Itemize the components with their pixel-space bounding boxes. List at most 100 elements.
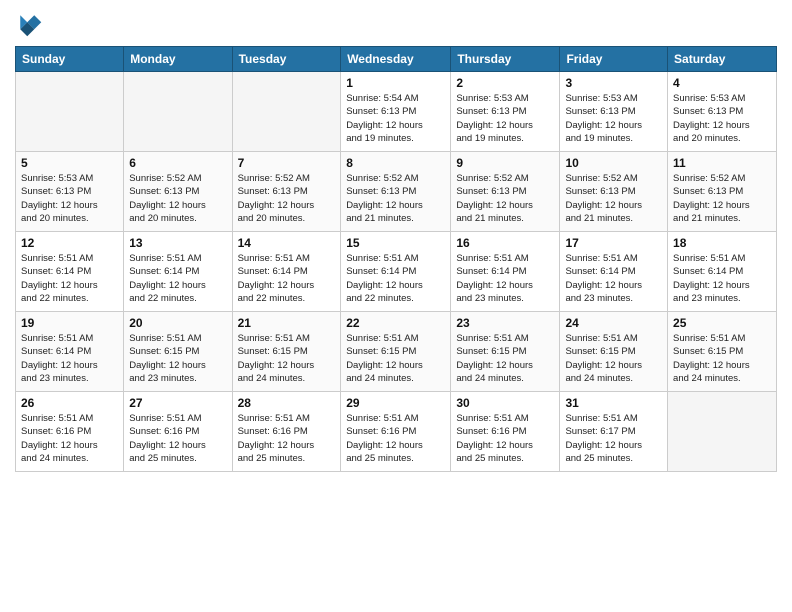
day-number: 8 [346,156,445,170]
calendar-cell: 22 Sunrise: 5:51 AM Sunset: 6:15 PM Dayli… [341,312,451,392]
calendar-cell: 10 Sunrise: 5:52 AM Sunset: 6:13 PM Dayli… [560,152,668,232]
day-number: 7 [238,156,336,170]
calendar-cell: 27 Sunrise: 5:51 AM Sunset: 6:16 PM Dayli… [124,392,232,472]
day-number: 25 [673,316,771,330]
day-number: 20 [129,316,226,330]
calendar-header-thursday: Thursday [451,47,560,72]
day-number: 31 [565,396,662,410]
calendar-cell [668,392,777,472]
calendar-cell [16,72,124,152]
calendar-cell: 5 Sunrise: 5:53 AM Sunset: 6:13 PM Daylig… [16,152,124,232]
day-info: Sunrise: 5:51 AM Sunset: 6:16 PM Dayligh… [21,412,118,465]
day-info: Sunrise: 5:52 AM Sunset: 6:13 PM Dayligh… [673,172,771,225]
calendar-cell: 19Sunrise: 5:51 AM Sunset: 6:14 PM Dayli… [16,312,124,392]
day-number: 13 [129,236,226,250]
day-info: Sunrise: 5:52 AM Sunset: 6:13 PM Dayligh… [346,172,445,225]
calendar-cell: 6 Sunrise: 5:52 AM Sunset: 6:13 PM Daylig… [124,152,232,232]
day-number: 26 [21,396,118,410]
day-number: 11 [673,156,771,170]
calendar-header-friday: Friday [560,47,668,72]
calendar-cell: 13 Sunrise: 5:51 AM Sunset: 6:14 PM Dayli… [124,232,232,312]
calendar-cell: 16 Sunrise: 5:51 AM Sunset: 6:14 PM Dayli… [451,232,560,312]
calendar-cell: 3 Sunrise: 5:53 AM Sunset: 6:13 PM Daylig… [560,72,668,152]
calendar-week-row: 26 Sunrise: 5:51 AM Sunset: 6:16 PM Dayli… [16,392,777,472]
logo-icon [15,10,43,38]
day-number: 1 [346,76,445,90]
day-number: 22 [346,316,445,330]
calendar-week-row: 1 Sunrise: 5:54 AM Sunset: 6:13 PM Daylig… [16,72,777,152]
logo [15,10,47,38]
calendar-cell: 8 Sunrise: 5:52 AM Sunset: 6:13 PM Daylig… [341,152,451,232]
calendar-cell [232,72,341,152]
calendar-cell [124,72,232,152]
calendar-cell: 24Sunrise: 5:51 AM Sunset: 6:15 PM Dayli… [560,312,668,392]
calendar-table: SundayMondayTuesdayWednesdayThursdayFrid… [15,46,777,472]
day-number: 16 [456,236,554,250]
calendar-header-wednesday: Wednesday [341,47,451,72]
day-info: Sunrise: 5:51 AM Sunset: 6:15 PM Dayligh… [673,332,771,385]
day-number: 21 [238,316,336,330]
day-info: Sunrise: 5:53 AM Sunset: 6:13 PM Dayligh… [456,92,554,145]
header [15,10,777,38]
day-info: Sunrise: 5:52 AM Sunset: 6:13 PM Dayligh… [456,172,554,225]
day-info: Sunrise: 5:51 AM Sunset: 6:14 PM Dayligh… [673,252,771,305]
day-number: 9 [456,156,554,170]
day-number: 4 [673,76,771,90]
day-info: Sunrise: 5:51 AM Sunset: 6:15 PM Dayligh… [456,332,554,385]
calendar-cell: 29 Sunrise: 5:51 AM Sunset: 6:16 PM Dayli… [341,392,451,472]
calendar-header-saturday: Saturday [668,47,777,72]
day-info: Sunrise: 5:51 AM Sunset: 6:16 PM Dayligh… [238,412,336,465]
day-number: 23 [456,316,554,330]
day-info: Sunrise: 5:54 AM Sunset: 6:13 PM Dayligh… [346,92,445,145]
day-number: 30 [456,396,554,410]
day-number: 3 [565,76,662,90]
day-info: Sunrise: 5:51 AM Sunset: 6:14 PM Dayligh… [21,332,118,385]
day-number: 5 [21,156,118,170]
day-info: Sunrise: 5:51 AM Sunset: 6:14 PM Dayligh… [21,252,118,305]
calendar-cell: 30Sunrise: 5:51 AM Sunset: 6:16 PM Dayli… [451,392,560,472]
calendar-cell: 26 Sunrise: 5:51 AM Sunset: 6:16 PM Dayli… [16,392,124,472]
day-info: Sunrise: 5:51 AM Sunset: 6:14 PM Dayligh… [129,252,226,305]
day-info: Sunrise: 5:53 AM Sunset: 6:13 PM Dayligh… [673,92,771,145]
day-number: 27 [129,396,226,410]
day-info: Sunrise: 5:51 AM Sunset: 6:14 PM Dayligh… [456,252,554,305]
calendar-cell: 15Sunrise: 5:51 AM Sunset: 6:14 PM Dayli… [341,232,451,312]
calendar-cell: 4 Sunrise: 5:53 AM Sunset: 6:13 PM Daylig… [668,72,777,152]
day-info: Sunrise: 5:52 AM Sunset: 6:13 PM Dayligh… [238,172,336,225]
day-info: Sunrise: 5:51 AM Sunset: 6:14 PM Dayligh… [565,252,662,305]
day-number: 2 [456,76,554,90]
calendar-cell: 23 Sunrise: 5:51 AM Sunset: 6:15 PM Dayli… [451,312,560,392]
calendar-cell: 28 Sunrise: 5:51 AM Sunset: 6:16 PM Dayli… [232,392,341,472]
day-info: Sunrise: 5:51 AM Sunset: 6:16 PM Dayligh… [129,412,226,465]
calendar-week-row: 12 Sunrise: 5:51 AM Sunset: 6:14 PM Dayli… [16,232,777,312]
calendar-cell: 9 Sunrise: 5:52 AM Sunset: 6:13 PM Daylig… [451,152,560,232]
day-info: Sunrise: 5:51 AM Sunset: 6:15 PM Dayligh… [346,332,445,385]
calendar-header-tuesday: Tuesday [232,47,341,72]
day-number: 10 [565,156,662,170]
day-info: Sunrise: 5:51 AM Sunset: 6:14 PM Dayligh… [238,252,336,305]
day-info: Sunrise: 5:51 AM Sunset: 6:17 PM Dayligh… [565,412,662,465]
calendar-header-monday: Monday [124,47,232,72]
day-info: Sunrise: 5:52 AM Sunset: 6:13 PM Dayligh… [565,172,662,225]
day-number: 29 [346,396,445,410]
day-number: 28 [238,396,336,410]
calendar-header-sunday: Sunday [16,47,124,72]
calendar-cell: 31 Sunrise: 5:51 AM Sunset: 6:17 PM Dayli… [560,392,668,472]
day-info: Sunrise: 5:51 AM Sunset: 6:15 PM Dayligh… [129,332,226,385]
calendar-cell: 20 Sunrise: 5:51 AM Sunset: 6:15 PM Dayli… [124,312,232,392]
day-info: Sunrise: 5:51 AM Sunset: 6:14 PM Dayligh… [346,252,445,305]
calendar-cell: 17 Sunrise: 5:51 AM Sunset: 6:14 PM Dayli… [560,232,668,312]
day-number: 14 [238,236,336,250]
calendar-week-row: 19Sunrise: 5:51 AM Sunset: 6:14 PM Dayli… [16,312,777,392]
day-number: 12 [21,236,118,250]
calendar-header-row: SundayMondayTuesdayWednesdayThursdayFrid… [16,47,777,72]
day-number: 24 [565,316,662,330]
day-number: 17 [565,236,662,250]
day-number: 6 [129,156,226,170]
calendar-cell: 11 Sunrise: 5:52 AM Sunset: 6:13 PM Dayli… [668,152,777,232]
day-info: Sunrise: 5:52 AM Sunset: 6:13 PM Dayligh… [129,172,226,225]
day-info: Sunrise: 5:53 AM Sunset: 6:13 PM Dayligh… [565,92,662,145]
calendar-cell: 2 Sunrise: 5:53 AM Sunset: 6:13 PM Daylig… [451,72,560,152]
day-info: Sunrise: 5:51 AM Sunset: 6:16 PM Dayligh… [346,412,445,465]
day-info: Sunrise: 5:53 AM Sunset: 6:13 PM Dayligh… [21,172,118,225]
